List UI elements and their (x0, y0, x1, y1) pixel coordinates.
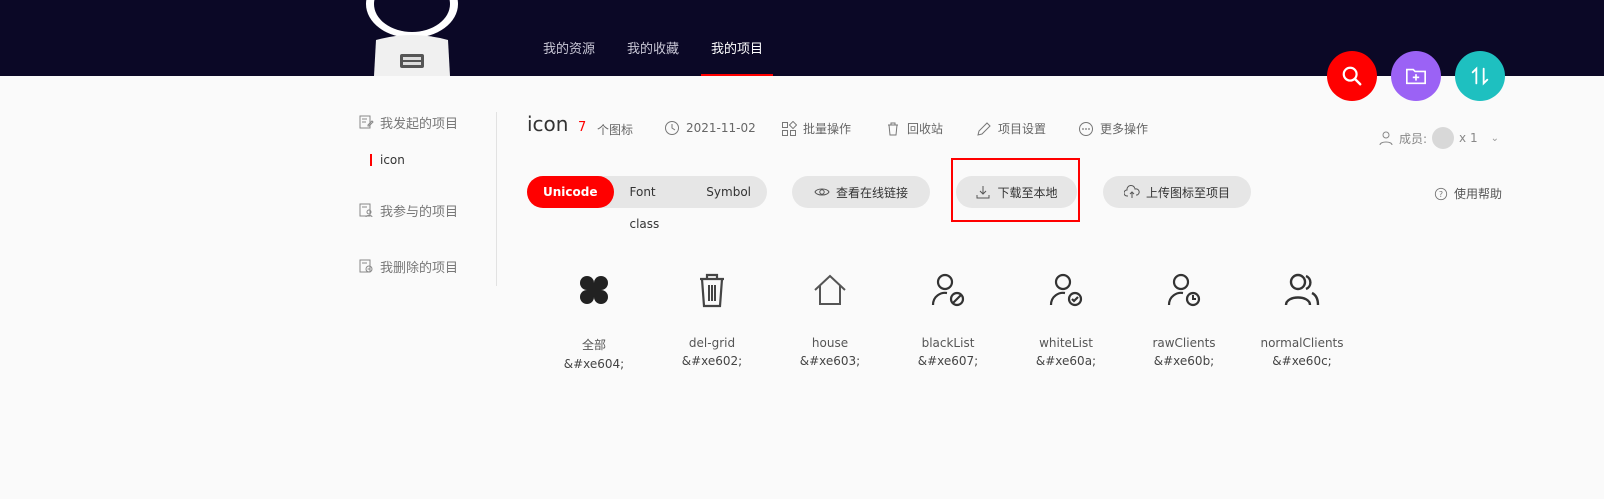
view-online-link-button[interactable]: 查看在线链接 (792, 176, 930, 208)
icon-name: rawClients (1152, 336, 1216, 350)
sort-button[interactable] (1455, 51, 1505, 101)
cloud-upload-icon (1123, 185, 1140, 198)
delete-doc-icon (359, 259, 373, 273)
pencil-icon (977, 121, 991, 136)
member-icon (1379, 131, 1393, 146)
button-label: 查看在线链接 (835, 185, 908, 200)
trash-icon (888, 122, 898, 135)
avatar (1432, 127, 1455, 149)
icon-card[interactable]: house &#xe603; (771, 268, 889, 371)
icon-card[interactable]: whiteList &#xe60a; (1007, 268, 1125, 371)
search-icon (1342, 66, 1362, 86)
icon-card[interactable]: normalClients &#xe60c; (1243, 268, 1361, 371)
clock-icon (665, 121, 679, 135)
sidebar-item-label: icon (380, 153, 405, 167)
top-nav: 我的资源 我的收藏 我的项目 (527, 0, 779, 76)
icon-name: house (811, 336, 849, 350)
batch-icon (782, 120, 797, 136)
icon-code: &#xe602; (681, 354, 743, 368)
members-count: x 1 (1459, 131, 1478, 145)
user-blocked-icon (931, 273, 965, 307)
svg-text:?: ? (1439, 190, 1443, 199)
icon-code: &#xe60c; (1272, 354, 1332, 368)
help-link[interactable]: ? 使用帮助 (1434, 185, 1502, 202)
question-icon: ? (1434, 187, 1448, 200)
icon-card[interactable]: del-grid &#xe602; (653, 268, 771, 371)
icon-count: 7 (578, 120, 587, 135)
trash-can-icon (700, 273, 724, 308)
icon-code: &#xe607; (917, 354, 979, 368)
icon-card[interactable]: 全部 &#xe604; (535, 268, 653, 371)
icon-name: del-grid (688, 336, 736, 350)
project-settings-button[interactable]: 项目设置 (976, 120, 1046, 137)
help-label: 使用帮助 (1454, 187, 1503, 201)
icon-name: whiteList (1039, 336, 1093, 350)
project-title: icon (527, 112, 569, 136)
project-date: 2021-11-02 (664, 120, 756, 136)
sidebar-item-icon[interactable]: icon (370, 150, 496, 170)
eye-icon (814, 188, 830, 196)
four-leaf-icon (580, 276, 608, 304)
search-button[interactable] (1327, 51, 1377, 101)
sort-icon (1471, 66, 1489, 86)
edit-doc-icon (359, 115, 374, 129)
user-doc-icon (359, 203, 373, 218)
tab-symbol[interactable]: Symbol (690, 176, 767, 208)
members-label: 成员: (1399, 131, 1428, 146)
icon-code: &#xe604; (563, 357, 625, 371)
icon-name: 全部 (581, 338, 606, 352)
download-highlight-box (951, 158, 1080, 222)
icon-code: &#xe60b; (1153, 354, 1215, 368)
icon-count-label: 个图标 (597, 123, 634, 137)
new-folder-button[interactable] (1391, 51, 1441, 101)
icon-name: blackList (921, 336, 975, 350)
sidebar-item-label: 我参与的项目 (380, 204, 459, 220)
icon-card[interactable]: blackList &#xe607; (889, 268, 1007, 371)
sidebar-item-label: 我删除的项目 (380, 260, 459, 276)
sidebar-item-label: 我发起的项目 (380, 116, 459, 132)
action-label: 批量操作 (803, 122, 852, 136)
nav-my-resources[interactable]: 我的资源 (527, 0, 611, 76)
nav-my-projects[interactable]: 我的项目 (695, 0, 779, 76)
icon-code: &#xe60a; (1035, 354, 1097, 368)
icon-card[interactable]: rawClients &#xe60b; (1125, 268, 1243, 371)
house-icon (814, 274, 846, 305)
tab-font-class[interactable]: Font class (614, 176, 691, 231)
chevron-down-icon: ⌄ (1490, 132, 1499, 144)
recycle-bin-button[interactable]: 回收站 (885, 120, 943, 137)
tab-unicode[interactable]: Unicode (527, 176, 614, 208)
users-icon (1284, 273, 1320, 306)
active-indicator (370, 154, 372, 166)
more-icon (1079, 121, 1093, 136)
sidebar-deleted-projects[interactable]: 我删除的项目 (358, 256, 496, 276)
code-type-tabs: Unicode Font class Symbol (527, 176, 767, 231)
icon-name: normalClients (1260, 336, 1344, 350)
more-actions-button[interactable]: 更多操作 (1078, 120, 1148, 137)
nav-my-favorites[interactable]: 我的收藏 (611, 0, 695, 76)
sidebar-created-projects[interactable]: 我发起的项目 (358, 112, 496, 132)
icon-code: &#xe603; (799, 354, 861, 368)
action-label: 项目设置 (998, 122, 1047, 136)
icon-grid: 全部 &#xe604; del-grid &#xe602; house &#xe… (535, 268, 1361, 371)
astronaut-logo (366, 0, 458, 76)
project-sidebar: 我发起的项目 icon 我参与的项目 我删除的项目 (358, 112, 497, 286)
upload-icon-button[interactable]: 上传图标至项目 (1103, 176, 1251, 208)
members-info[interactable]: 成员: x 1 ⌄ (1378, 127, 1499, 149)
sidebar-joined-projects[interactable]: 我参与的项目 (358, 200, 496, 220)
user-check-icon (1049, 273, 1083, 307)
folder-add-icon (1406, 68, 1426, 85)
action-label: 回收站 (907, 122, 944, 136)
button-label: 上传图标至项目 (1145, 185, 1230, 200)
batch-action-button[interactable]: 批量操作 (781, 120, 851, 137)
user-clock-icon (1167, 273, 1201, 307)
date-text: 2021-11-02 (686, 121, 756, 135)
action-label: 更多操作 (1100, 122, 1149, 136)
